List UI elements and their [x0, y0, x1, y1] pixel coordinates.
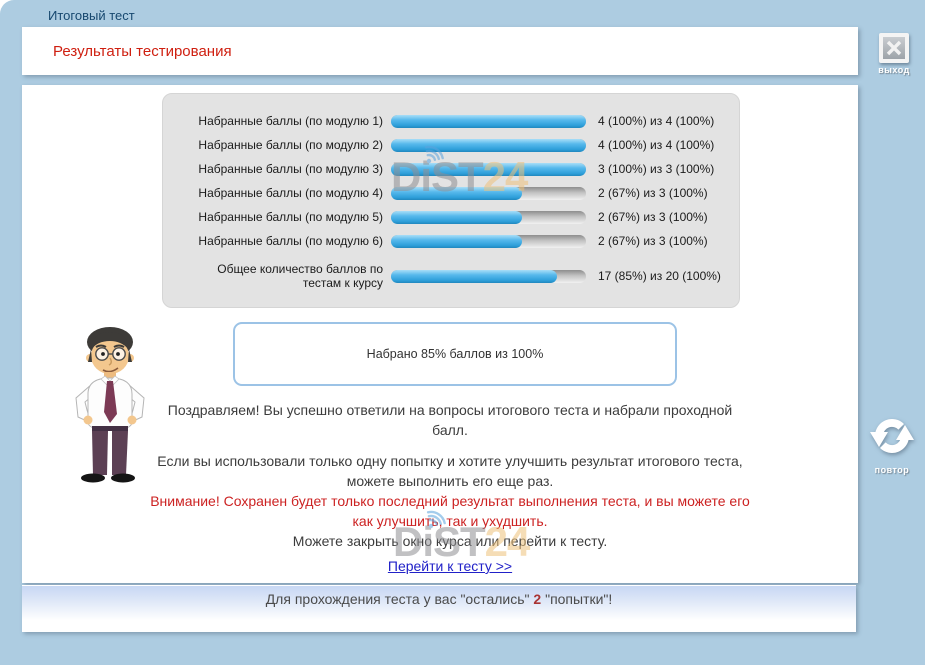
result-row-value: 3 (100%) из 3 (100%) [598, 162, 714, 176]
close-icon[interactable] [883, 37, 905, 59]
result-row-value: 2 (67%) из 3 (100%) [598, 186, 708, 200]
result-row-value: 4 (100%) из 4 (100%) [598, 114, 714, 128]
progress-bar-fill [391, 139, 586, 152]
window-title: Итоговый тест [48, 8, 135, 23]
exit-button[interactable]: выход [870, 33, 918, 75]
app-window: Итоговый тест Результаты тестирования вы… [0, 0, 925, 665]
result-row-value: 4 (100%) из 4 (100%) [598, 138, 714, 152]
progress-bar-fill [391, 115, 586, 128]
progress-bar-track [391, 270, 586, 283]
result-row-value: 2 (67%) из 3 (100%) [598, 210, 708, 224]
close-or-retry-text: Можете закрыть окно курса или перейти к … [150, 531, 750, 551]
result-row-label: Набранные баллы (по модулю 6) [179, 234, 383, 248]
results-progress-panel: Набранные баллы (по модулю 1) 4 (100%) из… [162, 93, 740, 308]
page-title: Результаты тестирования [53, 43, 232, 60]
results-rows: Набранные баллы (по модулю 1) 4 (100%) из… [179, 109, 739, 297]
progress-bar-track [391, 211, 586, 224]
result-row-label: Набранные баллы (по модулю 4) [179, 186, 383, 200]
result-row-value: 17 (85%) из 20 (100%) [598, 269, 721, 283]
result-row: Набранные баллы (по модулю 1) 4 (100%) из… [179, 109, 739, 133]
congratulation-text: Поздравляем! Вы успешно ответили на вопр… [150, 400, 750, 440]
attempts-text-suffix: "попытки"! [541, 591, 612, 607]
result-row-label: Набранные баллы (по модулю 1) [179, 114, 383, 128]
score-summary-box: Набрано 85% баллов из 100% [233, 322, 677, 386]
progress-bar-track [391, 235, 586, 248]
result-row-label: Общее количество баллов по тестам к курс… [179, 262, 383, 290]
result-row-label: Набранные баллы (по модулю 5) [179, 210, 383, 224]
progress-bar-fill [391, 270, 557, 283]
result-row: Набранные баллы (по модулю 2) 4 (100%) из… [179, 133, 739, 157]
progress-bar-track [391, 115, 586, 128]
exit-button-label: выход [870, 65, 918, 75]
result-row-label: Набранные баллы (по модулю 2) [179, 138, 383, 152]
progress-bar-track [391, 163, 586, 176]
exit-button-frame[interactable] [879, 33, 909, 63]
progress-bar-fill [391, 211, 522, 224]
result-row: Набранные баллы (по модулю 4) 2 (67%) из … [179, 181, 739, 205]
result-row: Набранные баллы (по модулю 5) 2 (67%) из … [179, 205, 739, 229]
result-messages: Поздравляем! Вы успешно ответили на вопр… [150, 400, 750, 551]
repeat-button-label: повтор [864, 465, 920, 475]
warning-text: Внимание! Сохранен будет только последни… [150, 491, 750, 531]
result-row: Общее количество баллов по тестам к курс… [179, 255, 739, 297]
main-content-panel: Набранные баллы (по модулю 1) 4 (100%) из… [22, 85, 858, 583]
progress-bar-fill [391, 235, 522, 248]
progress-bar-fill [391, 187, 522, 200]
progress-bar-track [391, 139, 586, 152]
score-summary-text: Набрано 85% баллов из 100% [367, 347, 544, 361]
go-to-test-link-row: Перейти к тесту >> [150, 558, 750, 576]
result-row: Набранные баллы (по модулю 3) 3 (100%) из… [179, 157, 739, 181]
progress-bar-track [391, 187, 586, 200]
results-header-panel: Результаты тестирования [22, 27, 858, 75]
refresh-icon[interactable] [870, 414, 914, 458]
go-to-test-link[interactable]: Перейти к тесту >> [388, 558, 512, 574]
progress-bar-fill [391, 163, 586, 176]
result-row-label: Набранные баллы (по модулю 3) [179, 162, 383, 176]
attempts-footer-bar: Для прохождения теста у вас "остались" 2… [22, 585, 856, 632]
repeat-button[interactable]: повтор [864, 414, 920, 475]
result-row: Набранные баллы (по модулю 6) 2 (67%) из … [179, 229, 739, 253]
result-row-value: 2 (67%) из 3 (100%) [598, 234, 708, 248]
attempts-text-prefix: Для прохождения теста у вас "остались" [266, 591, 534, 607]
retry-info-text: Если вы использовали только одну попытку… [150, 451, 750, 491]
